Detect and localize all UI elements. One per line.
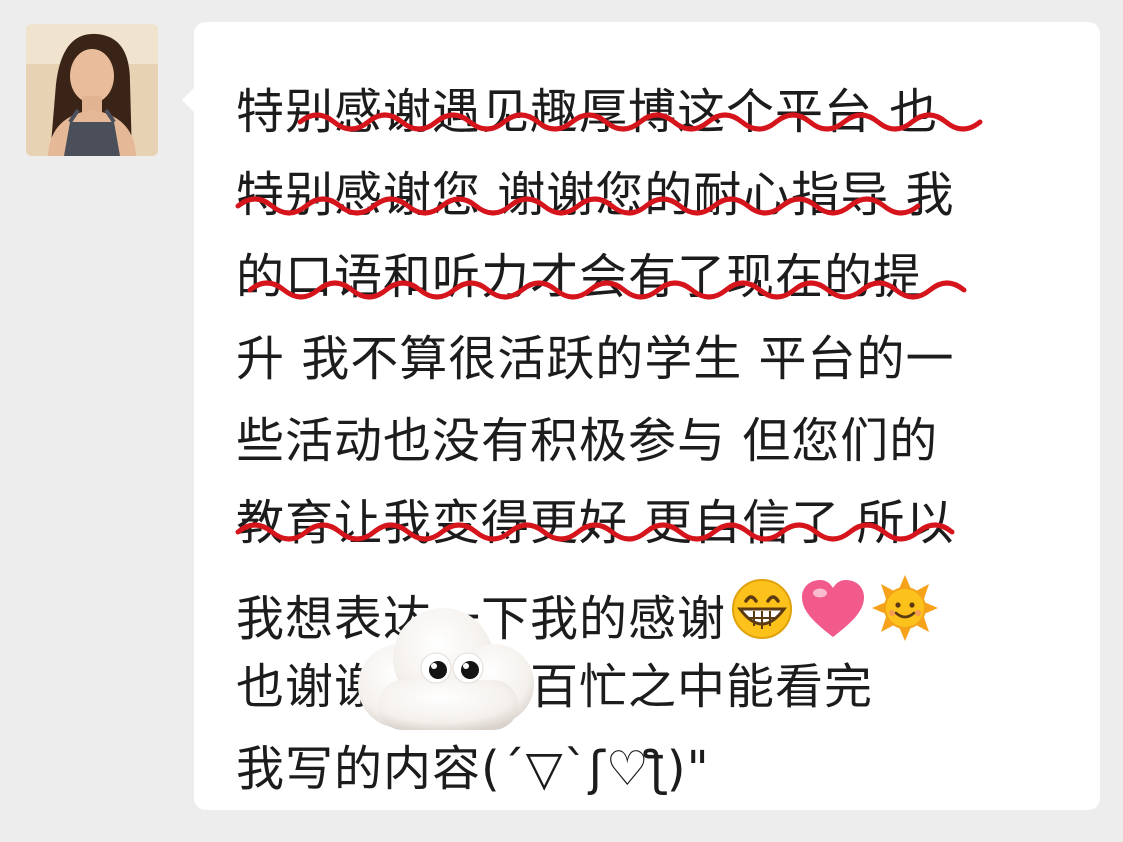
message-line: 些活动也没有积极参与 但您们的 (236, 413, 939, 469)
message-bubble[interactable]: 特别感谢遇见趣厚博这个平台 也 特别感谢您 谢谢您的耐心指导 我 的口语和听力才… (182, 22, 1100, 810)
sun-with-face-icon (870, 575, 940, 655)
message-line-with-emoji: 我想表达一下我的感谢 (236, 575, 940, 647)
message-line: 特别感谢您 谢谢您的耐心指导 我 (236, 167, 955, 223)
avatar[interactable] (26, 24, 158, 156)
bubble-tail (182, 88, 194, 112)
message-line: 教育让我变得更好 更自信了 所以 (236, 495, 955, 551)
message-line: 也谢谢老老师百忙之中能看完 (236, 659, 874, 715)
pink-heart-icon (798, 577, 868, 655)
message-line: 我写的内容(´▽`ʃ♡ƪ)" (236, 741, 710, 797)
grinning-face-icon (728, 577, 796, 655)
message-line: 升 我不算很活跃的学生 平台的一 (236, 331, 955, 387)
message-line: 的口语和听力才会有了现在的提 (236, 249, 923, 305)
chat-area: 特别感谢遇见趣厚博这个平台 也 特别感谢您 谢谢您的耐心指导 我 的口语和听力才… (0, 0, 1123, 842)
message-line: 特别感谢遇见趣厚博这个平台 也 (236, 84, 939, 140)
avatar-photo (26, 24, 158, 156)
cloud-with-eyes-icon (348, 600, 538, 740)
